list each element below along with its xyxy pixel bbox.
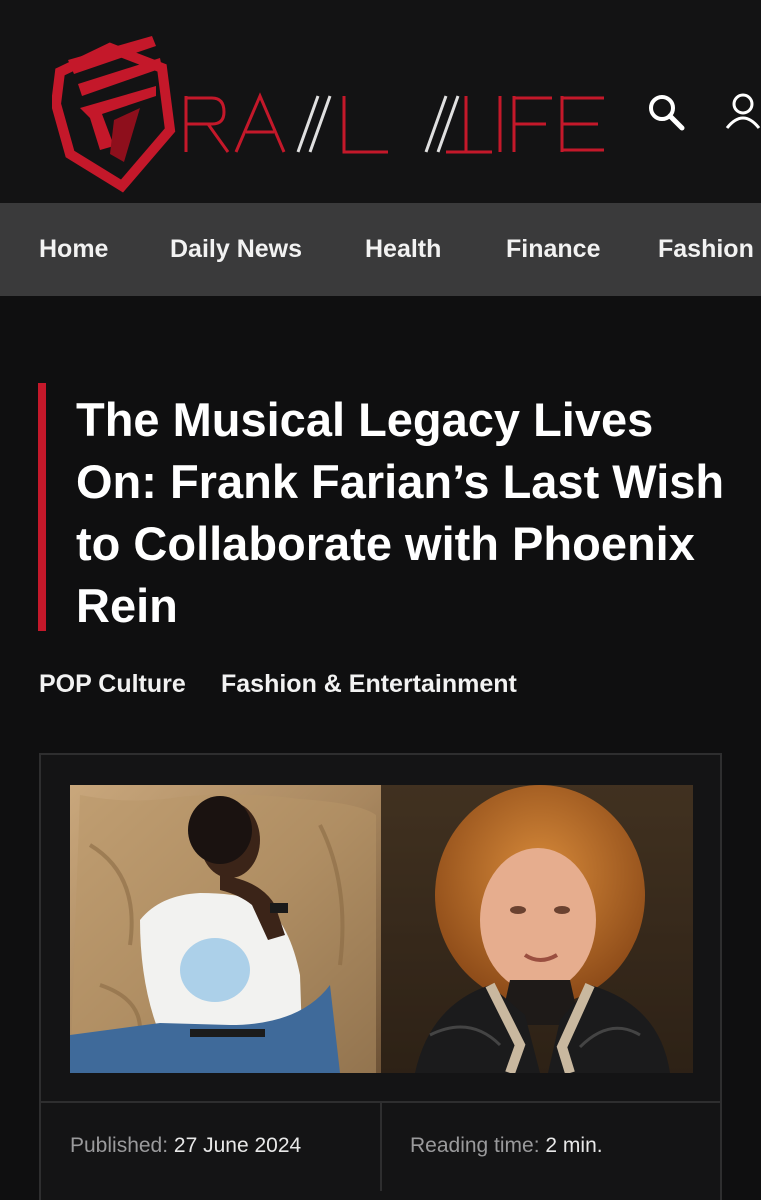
search-icon [649,95,685,131]
nav-item-home[interactable]: Home [39,203,108,296]
photo-right-man [381,785,693,1073]
nav-item-fashion[interactable]: Fashion [658,203,754,296]
reading-time-value: 2 min. [545,1134,603,1157]
user-icon [725,93,761,129]
search-button[interactable] [646,92,686,132]
account-button[interactable] [723,92,761,132]
logo-wordmark [184,92,604,154]
category-link-fashion-entertainment[interactable]: Fashion & Entertainment [221,664,517,704]
nav-item-daily-news[interactable]: Daily News [170,203,302,296]
article-title-block: The Musical Legacy Lives On: Frank Faria… [38,383,738,632]
title-accent-bar [38,383,46,631]
article-meta: Published: 27 June 2024 Reading time: 2 … [41,1101,720,1191]
published-date: 27 June 2024 [173,1134,302,1157]
main-nav: Home Daily News Health Finance Fashion [0,203,761,296]
article-featured-image [70,785,693,1073]
nav-item-finance[interactable]: Finance [506,203,600,296]
nav-item-health[interactable]: Health [365,203,441,296]
reading-time-label: Reading time: [410,1134,540,1157]
site-header [0,0,761,203]
logo-emblem [52,36,176,193]
meta-divider [380,1103,382,1191]
article-card: Published: 27 June 2024 Reading time: 2 … [39,753,722,1200]
photo-left-woman [70,785,381,1073]
site-logo[interactable] [52,34,612,194]
reading-time-info: Reading time: 2 min. [410,1103,603,1189]
category-link-pop-culture[interactable]: POP Culture [39,664,186,704]
published-info: Published: 27 June 2024 [70,1103,301,1189]
article-title: The Musical Legacy Lives On: Frank Faria… [76,393,725,632]
published-label: Published: [70,1134,169,1157]
